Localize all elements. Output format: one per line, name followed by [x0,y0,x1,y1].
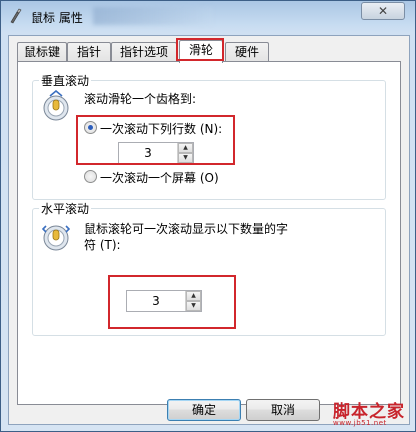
tab-wheel[interactable]: 滑轮 [179,40,223,64]
tab-mouse-buttons[interactable]: 鼠标键 [17,42,67,62]
chars-down-arrow-icon[interactable]: ▼ [186,301,201,311]
watermark-url: www.jb51.net [333,419,387,427]
radio-scroll-screen-label[interactable]: 一次滚动一个屏幕 (O) [100,169,219,186]
tab-hardware[interactable]: 硬件 [225,42,269,62]
tab-pointer-options[interactable]: 指针选项 [111,42,177,62]
mouse-properties-window: 鼠标 属性 ✕ 鼠标键 指针 指针选项 滑轮 硬件 垂直滚动 滚动滑轮一个齿格到… [0,0,416,432]
cancel-button[interactable]: 取消 [246,399,320,421]
title-bar[interactable]: 鼠标 属性 ✕ [1,1,415,31]
title-blur [93,7,213,25]
vertical-group-label: 垂直滚动 [39,72,92,89]
chars-spinner[interactable]: 3 ▲ ▼ [126,290,202,312]
lines-spinner-buttons: ▲ ▼ [177,143,193,163]
dialog-body: 鼠标键 指针 指针选项 滑轮 硬件 垂直滚动 滚动滑轮一个齿格到: 一次滚动下列… [8,35,410,425]
horizontal-description-line2: 符 (T): [84,238,121,252]
lines-down-arrow-icon[interactable]: ▼ [178,153,193,163]
lines-value[interactable]: 3 [119,143,177,163]
window-title: 鼠标 属性 [31,11,83,25]
chars-value[interactable]: 3 [127,291,185,311]
vertical-description: 滚动滑轮一个齿格到: [84,92,197,106]
lines-up-arrow-icon[interactable]: ▲ [178,143,193,153]
radio-scroll-screen[interactable] [84,170,97,183]
site-watermark: 脚本之家 www.jb51.net [329,395,416,432]
lines-spinner[interactable]: 3 ▲ ▼ [118,142,194,164]
chars-spinner-buttons: ▲ ▼ [185,291,201,311]
mouse-icon [10,8,22,24]
radio-scroll-lines-label[interactable]: 一次滚动下列行数 (N): [100,120,222,137]
ok-button[interactable]: 确定 [167,399,241,421]
close-button[interactable]: ✕ [361,2,405,20]
chars-up-arrow-icon[interactable]: ▲ [186,291,201,301]
tab-pointers[interactable]: 指针 [67,42,111,62]
horizontal-description-line1: 鼠标滚轮可一次滚动显示以下数量的字 [84,222,289,236]
radio-scroll-lines[interactable] [84,121,97,134]
scroll-wheel-icon [43,90,69,121]
horizontal-group-label: 水平滚动 [39,200,92,217]
horizontal-wheel-icon [42,225,70,251]
wheel-tab-page: 垂直滚动 滚动滑轮一个齿格到: 一次滚动下列行数 (N): 3 ▲ ▼ 一次滚动… [17,61,401,405]
